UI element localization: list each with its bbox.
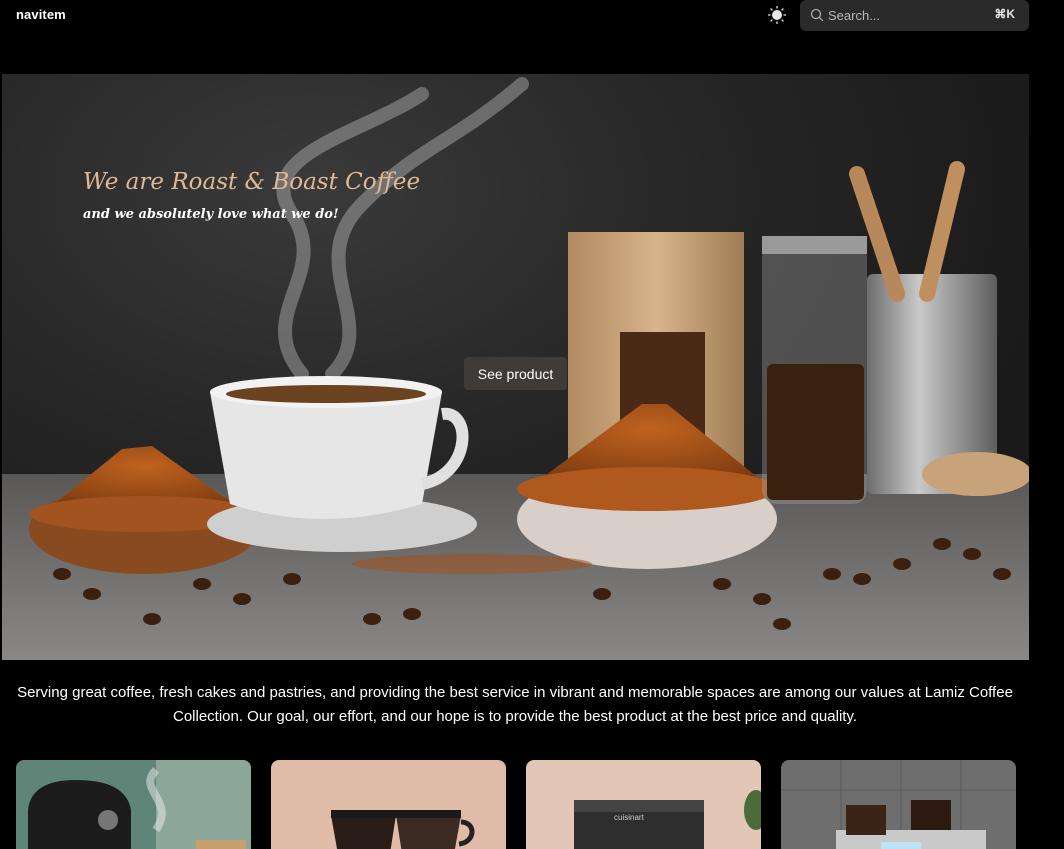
- product-card-pour-over[interactable]: [271, 760, 506, 849]
- product-card-grinder-machine[interactable]: [781, 760, 1016, 849]
- see-product-button[interactable]: See product: [464, 357, 567, 390]
- hero-banner: We are Roast & Boast Coffee and we absol…: [2, 74, 1029, 660]
- sun-icon: [767, 5, 787, 25]
- espresso-machine-image: [16, 760, 251, 849]
- search-box[interactable]: ⌘K: [800, 0, 1029, 31]
- theme-toggle-button[interactable]: [767, 5, 787, 25]
- hero-title: We are Roast & Boast Coffee: [83, 169, 421, 195]
- search-shortcut-hint: ⌘K: [994, 7, 1015, 21]
- top-bar: navitem ⌘K: [0, 0, 1064, 31]
- intro-paragraph: Serving great coffee, fresh cakes and pa…: [17, 684, 1013, 725]
- svg-text:cuisinart: cuisinart: [614, 813, 645, 822]
- product-card-drip-brewer[interactable]: cuisinart: [526, 760, 761, 849]
- hero-subtitle: and we absolutely love what we do!: [83, 207, 339, 222]
- product-card-row: cuisinart: [16, 760, 1016, 849]
- search-input[interactable]: [828, 6, 978, 24]
- brand-logo[interactable]: navitem: [16, 7, 66, 22]
- pour-over-image: [271, 760, 506, 849]
- drip-brewer-image: cuisinart: [526, 760, 761, 849]
- product-card-espresso-machine[interactable]: [16, 760, 251, 849]
- grinder-machine-image: [781, 760, 1016, 849]
- search-icon: [810, 8, 824, 22]
